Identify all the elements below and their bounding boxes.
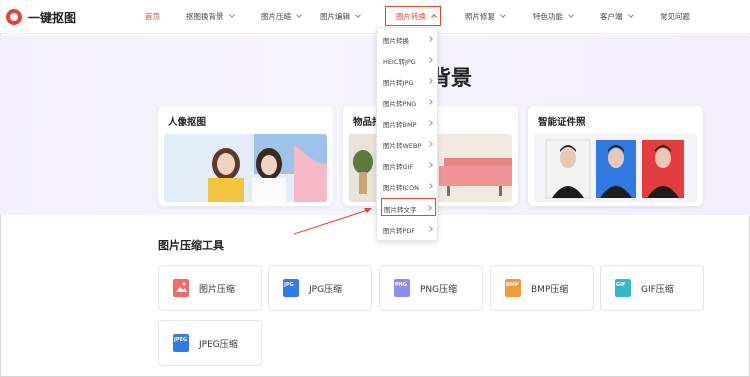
dropdown-item-to-text[interactable]: 图片转文字: [381, 198, 436, 216]
dropdown-item-to-png[interactable]: 图片转PNG: [381, 93, 436, 111]
chevron-right-icon: [427, 226, 433, 232]
dropdown-item-heic-to-jpg[interactable]: HEIC转JPG: [381, 51, 436, 69]
dropdown-item-to-webp[interactable]: 图片转WEBP: [381, 135, 436, 153]
dropdown-item-image-convert[interactable]: 图片转换: [381, 30, 436, 48]
chevron-right-icon: [427, 162, 433, 168]
chevron-right-icon: [427, 141, 433, 147]
chevron-right-icon: [426, 205, 432, 211]
chevron-right-icon: [427, 120, 433, 126]
chevron-right-icon: [427, 57, 433, 63]
chevron-right-icon: [427, 183, 433, 189]
dropdown-item-to-bmp[interactable]: 图片转BMP: [381, 114, 436, 132]
annotation-arrow: [293, 208, 372, 235]
chevron-right-icon: [427, 99, 433, 105]
chevron-right-icon: [427, 78, 433, 84]
chevron-right-icon: [427, 36, 433, 42]
image-convert-dropdown: 图片转换 HEIC转JPG 图片转JPG 图片转PNG 图片转BMP 图片转WE…: [376, 27, 438, 241]
dropdown-item-to-gif[interactable]: 图片转GIF: [381, 156, 436, 174]
dropdown-item-to-jpg[interactable]: 图片转JPG: [381, 72, 436, 90]
dropdown-item-to-pdf[interactable]: 图片转PDF: [381, 220, 436, 238]
dropdown-item-to-icon[interactable]: 图片转ICON: [381, 177, 436, 195]
